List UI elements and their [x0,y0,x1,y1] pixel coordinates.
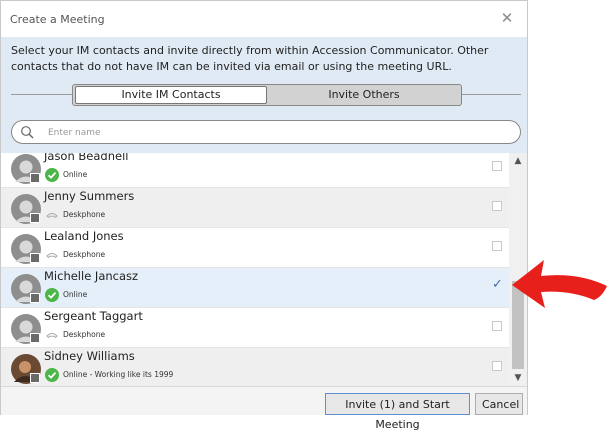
contact-checkbox[interactable] [492,361,502,371]
contact-status: Deskphone [63,210,106,219]
online-check-icon [45,288,59,302]
tab-divider-left [11,94,72,95]
default-avatar-icon [11,274,41,304]
presence-badge [30,173,40,183]
presence-badge [30,293,40,303]
contact-checkbox[interactable] [492,241,502,251]
top-panel: Select your IM contacts and invite direc… [1,37,527,153]
default-avatar-icon [11,314,41,344]
presence-badge [30,213,40,223]
presence-badge [30,373,40,383]
invite-tabs: Invite IM Contacts Invite Others [72,84,462,106]
search-input[interactable] [46,124,500,142]
tab-invite-im-contacts[interactable]: Invite IM Contacts [75,86,267,104]
contact-list: Jason Beadnell Online Jenny Summers Desk… [1,153,527,386]
contact-row[interactable]: Michelle Jancasz Online ✓ [1,268,509,308]
create-meeting-dialog: Create a Meeting ✕ Select your IM contac… [0,0,528,431]
contact-status: Deskphone [63,330,106,339]
default-avatar-icon [11,194,41,224]
scroll-down-icon[interactable]: ▼ [509,370,527,386]
contact-status: Online - Working like its 1999 [63,370,174,379]
contact-status: Online [63,170,88,179]
contact-checkbox[interactable] [492,201,502,211]
presence-badge [30,333,40,343]
default-avatar-icon [11,154,41,184]
contact-checkbox-checked[interactable]: ✓ [492,278,503,291]
contact-row[interactable]: Lealand Jones Deskphone [1,228,509,268]
contact-name: Jenny Summers [44,189,135,203]
contact-row[interactable]: Jenny Summers Deskphone [1,188,509,228]
deskphone-icon [46,333,58,339]
default-avatar-icon [11,234,41,264]
contact-name: Michelle Jancasz [44,269,139,283]
search-icon [21,126,34,139]
invite-and-start-meeting-button[interactable]: Invite (1) and Start Meeting [325,393,470,431]
tab-invite-others[interactable]: Invite Others [269,86,459,104]
contact-name: Sidney Williams [44,349,135,363]
online-check-icon [45,168,59,182]
contact-name: Lealand Jones [44,229,124,243]
contact-row[interactable]: Sidney Williams Online - Working like it… [1,348,509,386]
tab-divider-right [462,94,521,95]
contact-name: Sergeant Taggart [44,309,143,323]
scroll-up-icon[interactable]: ▲ [509,153,527,169]
close-icon[interactable]: ✕ [499,10,515,26]
search-box[interactable] [11,120,521,144]
deskphone-icon [46,213,58,219]
title-bar: Create a Meeting ✕ [1,1,527,37]
contact-checkbox[interactable] [492,161,502,171]
contact-row[interactable]: Sergeant Taggart Deskphone [1,308,509,348]
contact-checkbox[interactable] [492,321,502,331]
contact-status: Online [63,290,88,299]
contact-status: Deskphone [63,250,106,259]
deskphone-icon [46,253,58,259]
instructions-text: Select your IM contacts and invite direc… [11,44,489,73]
contact-name: Jason Beadnell [44,153,129,163]
contact-row[interactable]: Jason Beadnell Online [1,153,509,188]
photo-avatar [11,354,41,384]
dialog-title: Create a Meeting [10,13,105,26]
cancel-button[interactable]: Cancel [475,393,523,415]
presence-badge [30,253,40,263]
online-check-icon [45,368,59,382]
red-arrow-icon [512,260,607,308]
dialog-footer: Invite (1) and Start Meeting Cancel [1,386,527,431]
